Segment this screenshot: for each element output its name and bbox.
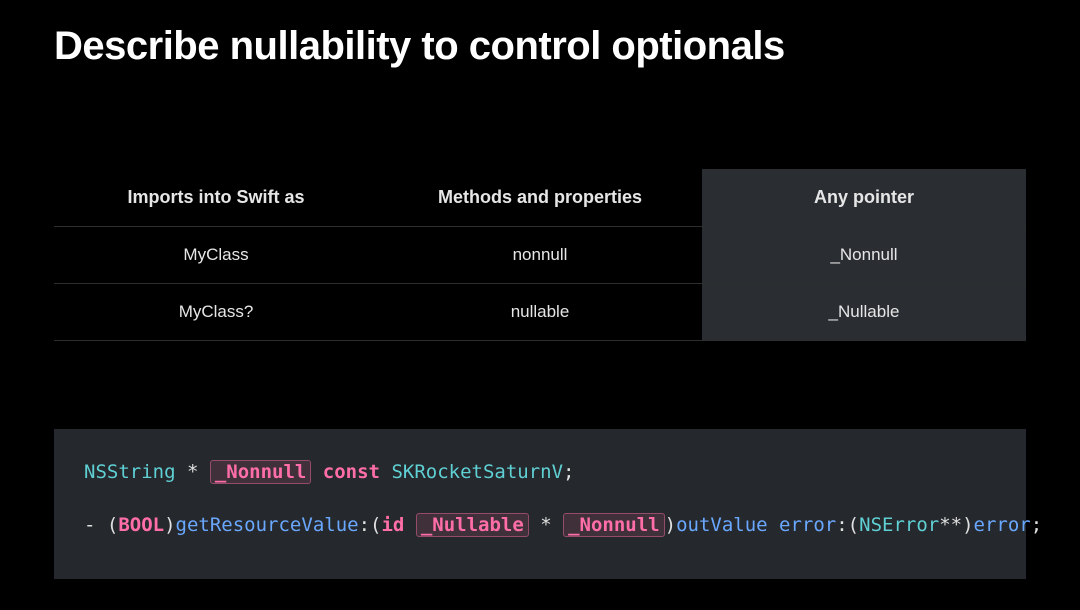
code-token-keyword: const: [311, 461, 391, 483]
cell-methods-1: nullable: [378, 284, 702, 340]
code-annotation-nonnull: _Nonnull: [563, 513, 665, 537]
code-annotation-nonnull: _Nonnull: [210, 460, 312, 484]
code-token: *: [176, 461, 210, 483]
code-token-func: getResourceValue: [176, 514, 359, 536]
cell-methods-0: nonnull: [378, 227, 702, 283]
table-row: MyClass? nullable _Nullable: [54, 284, 1026, 341]
header-methods: Methods and properties: [378, 169, 702, 226]
code-token-ident: SKRocketSaturnV: [391, 461, 563, 483]
table-row: MyClass nonnull _Nonnull: [54, 227, 1026, 284]
code-token: ;: [563, 461, 574, 483]
cell-imports-0: MyClass: [54, 227, 378, 283]
code-token: ): [665, 514, 676, 536]
cell-pointer-1: _Nullable: [702, 284, 1026, 340]
code-token: - (: [84, 514, 118, 536]
code-block: NSString * _Nonnull const SKRocketSaturn…: [54, 429, 1026, 579]
code-token: *: [529, 514, 563, 536]
cell-imports-1: MyClass?: [54, 284, 378, 340]
code-token-param: outValue: [676, 514, 768, 536]
cell-pointer-0: _Nonnull: [702, 227, 1026, 283]
code-token-func: error: [779, 514, 836, 536]
code-token: [404, 514, 415, 536]
nullability-table: Imports into Swift as Methods and proper…: [54, 169, 1026, 341]
header-any-pointer: Any pointer: [702, 169, 1026, 226]
code-token: :(: [359, 514, 382, 536]
slide-title: Describe nullability to control optional…: [54, 24, 1026, 69]
code-token-type: NSString: [84, 461, 176, 483]
code-token-keyword: BOOL: [118, 514, 164, 536]
code-token: ;: [1031, 514, 1042, 536]
code-token: **): [939, 514, 973, 536]
code-token-param: error: [974, 514, 1031, 536]
table-header-row: Imports into Swift as Methods and proper…: [54, 169, 1026, 227]
code-token-type: NSError: [859, 514, 939, 536]
header-imports: Imports into Swift as: [54, 169, 378, 226]
slide: Describe nullability to control optional…: [0, 0, 1080, 610]
code-annotation-nullable: _Nullable: [416, 513, 529, 537]
code-token: [768, 514, 779, 536]
code-token: ): [164, 514, 175, 536]
code-token-keyword: id: [381, 514, 404, 536]
code-token: :(: [836, 514, 859, 536]
